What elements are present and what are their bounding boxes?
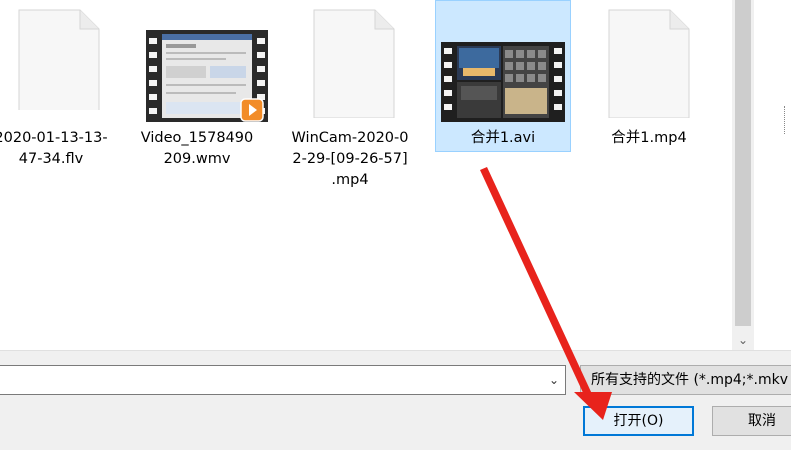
file-type-select[interactable]: 所有支持的文件 (*.mp4;*.mkv xyxy=(580,365,791,395)
video-thumbnail-icon xyxy=(441,42,565,122)
file-name: Video_1578490 209.wmv xyxy=(140,130,254,167)
file-type-label: 所有支持的文件 (*.mp4;*.mkv xyxy=(591,372,788,388)
chevron-down-icon[interactable]: ⌄ xyxy=(543,366,565,394)
file-item[interactable]: Video_1578490 209.wmv xyxy=(138,0,268,200)
generic-file-icon xyxy=(313,0,395,118)
file-item-selected[interactable]: 合并1.avi xyxy=(435,0,571,200)
file-item[interactable]: 2020-01-13-13- 47-34.flv xyxy=(0,0,110,200)
generic-file-icon xyxy=(18,0,100,110)
file-item[interactable]: WinCam-2020-0 2-29-[09-26-57] .mp4 xyxy=(291,0,408,200)
scrollbar-thumb[interactable] xyxy=(735,0,751,326)
file-name: 2020-01-13-13- 47-34.flv xyxy=(0,130,108,167)
cancel-button[interactable]: 取消 xyxy=(712,406,791,436)
video-thumbnail-icon xyxy=(146,30,268,122)
resize-grip-icon[interactable] xyxy=(784,106,791,134)
chevron-down-icon[interactable]: ⌄ xyxy=(732,330,754,350)
file-name: WinCam-2020-0 2-29-[09-26-57] .mp4 xyxy=(291,130,409,188)
generic-file-icon xyxy=(608,0,690,118)
file-name: 合并1.avi xyxy=(470,130,536,146)
file-list-area[interactable]: 2020-01-13-13- 47-34.flv Video_1578490 2… xyxy=(0,0,732,350)
open-button[interactable]: 打开(O) xyxy=(583,406,694,436)
file-name: 合并1.mp4 xyxy=(611,130,687,146)
open-button-label: 打开(O) xyxy=(613,413,664,429)
cancel-button-label: 取消 xyxy=(748,413,776,429)
filename-input[interactable]: ⌄ xyxy=(0,365,566,395)
preview-pane-edge xyxy=(754,0,791,350)
vertical-scrollbar[interactable]: ⌄ xyxy=(732,0,754,350)
file-item[interactable]: 合并1.mp4 xyxy=(585,0,701,200)
